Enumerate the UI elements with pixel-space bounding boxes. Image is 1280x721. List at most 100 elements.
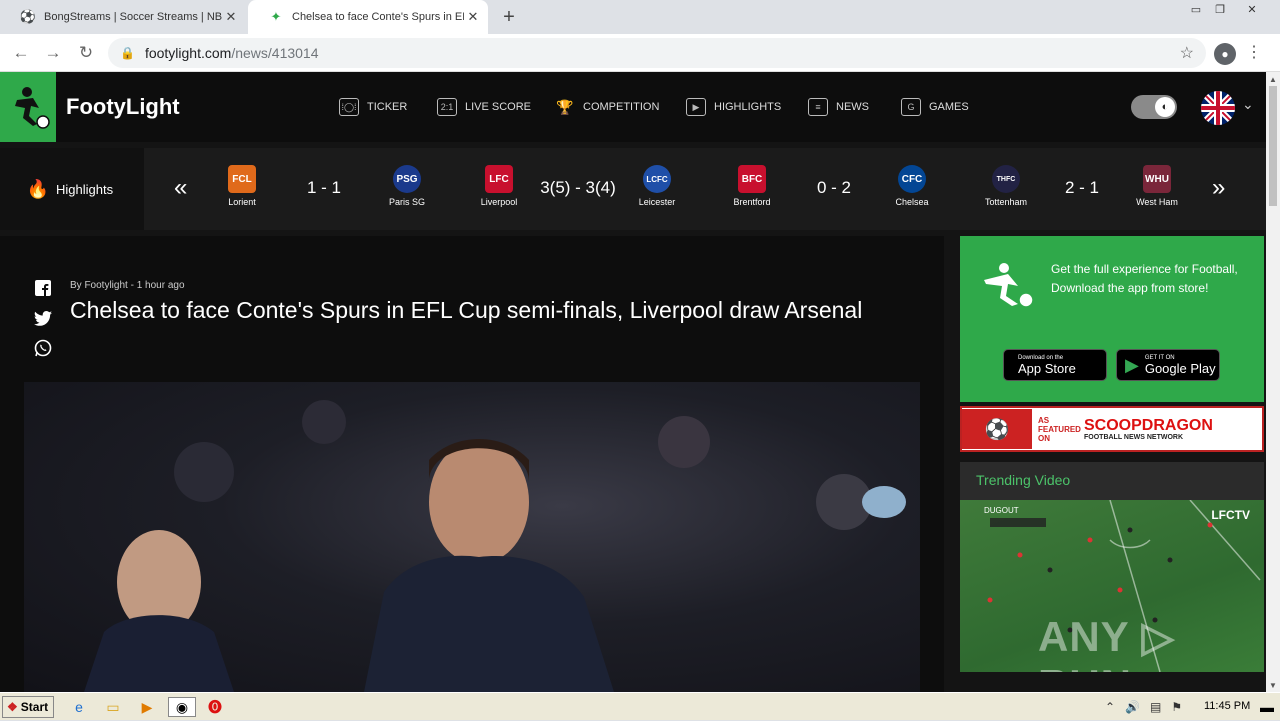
tab-title: Chelsea to face Conte's Spurs in EFL (292, 11, 464, 23)
nav-label: COMPETITION (583, 101, 660, 113)
chrome-icon[interactable]: ◉ (168, 697, 196, 717)
nav-news[interactable]: ≡ NEWS (808, 96, 869, 118)
google-play-button[interactable]: ▶ GET IT ON Google Play (1116, 349, 1220, 381)
nav-ticker[interactable]: ⁞◯⁞ TICKER (339, 96, 407, 118)
banner-name: SCOOPDRAGON (1084, 416, 1213, 434)
next-arrow-icon[interactable]: » (1212, 174, 1225, 202)
video-channel: DUGOUT (984, 506, 1019, 515)
team-away[interactable]: LCFC Leicester (627, 165, 687, 207)
team-crest-icon: LCFC (643, 165, 671, 193)
page-scrollbar[interactable]: ▲ ▼ (1266, 72, 1280, 692)
moon-icon: ◐ (1155, 97, 1175, 117)
website: FootyLight ⁞◯⁞ TICKER 2:1 LIVE SCORE 🏆 C… (0, 72, 1266, 692)
close-icon[interactable]: ✕ (222, 8, 240, 26)
network-icon[interactable]: ▤ (1150, 700, 1161, 714)
trending-video-panel: Trending Video DUGOUT LFCTV ANY ▷ RUN (960, 462, 1264, 672)
whatsapp-icon[interactable] (33, 338, 53, 358)
prev-arrow-icon[interactable]: « (174, 174, 187, 202)
nav-highlights[interactable]: ▶ HIGHLIGHTS (686, 96, 781, 118)
match-score[interactable]: 1 - 1 (279, 178, 369, 198)
flag-icon[interactable]: ⚑ (1171, 700, 1182, 714)
team-home[interactable]: FCL Lorient (212, 165, 272, 207)
site-header: FootyLight ⁞◯⁞ TICKER 2:1 LIVE SCORE 🏆 C… (0, 72, 1266, 142)
tab-title: BongStreams | Soccer Streams | NBA (44, 11, 222, 23)
twitter-icon[interactable] (33, 308, 53, 328)
video-watermark: ANY ▷ RUN (1038, 613, 1175, 672)
nav-live-score[interactable]: 2:1 LIVE SCORE (437, 96, 531, 118)
tab-footylight[interactable]: ✦ Chelsea to face Conte's Spurs in EFL ✕ (248, 0, 488, 34)
banner-featured: AS FEATURED ON (1038, 415, 1081, 443)
tab-bongstreams[interactable]: ⚽ BongStreams | Soccer Streams | NBA ✕ (0, 0, 246, 34)
highlights-bar: 🔥 Highlights « FCL Lorient 1 - 1 PSG Par… (0, 148, 1266, 230)
team-away[interactable]: PSG Paris SG (377, 165, 437, 207)
media-player-icon[interactable]: ▶ (136, 697, 158, 717)
trending-title: Trending Video (976, 472, 1071, 488)
team-home[interactable]: LFC Liverpool (469, 165, 529, 207)
team-away[interactable]: WHU West Ham (1127, 165, 1187, 207)
tab-strip: ⚽ BongStreams | Soccer Streams | NBA ✕ ✦… (0, 0, 1280, 34)
trophy-icon: 🏆 (556, 98, 574, 115)
store-big-label: Google Play (1144, 360, 1216, 376)
dark-mode-toggle[interactable]: ◐ (1131, 95, 1177, 119)
scroll-thumb[interactable] (1269, 86, 1277, 206)
match-score[interactable]: 0 - 2 (789, 178, 879, 198)
back-icon[interactable]: ← (9, 41, 33, 65)
app-store-button[interactable]: Download on the App Store (1003, 349, 1107, 381)
logo[interactable] (0, 72, 56, 142)
team-home[interactable]: THFC Tottenham (976, 165, 1036, 207)
team-away[interactable]: CFC Chelsea (882, 165, 942, 207)
kebab-menu-icon[interactable]: ⋮ (1246, 42, 1262, 62)
security-alert-icon[interactable]: ⓿ (204, 697, 226, 717)
article-photo (24, 382, 920, 692)
ie-icon[interactable]: e (68, 697, 90, 717)
minimize-button[interactable]: ▭ (1184, 0, 1208, 18)
footylight-icon: ✦ (270, 9, 282, 24)
close-icon[interactable]: ✕ (464, 8, 482, 26)
brand-name[interactable]: FootyLight (66, 94, 180, 120)
player-kick-icon (15, 87, 50, 129)
new-tab-button[interactable]: + (498, 6, 520, 28)
start-button[interactable]: ❖ Start (2, 696, 54, 718)
browser-toolbar: ← → ↻ 🔒 footylight.com/news/413014 ☆ ● ⋮ (0, 34, 1280, 72)
scroll-down-icon[interactable]: ▼ (1266, 678, 1280, 692)
lock-icon[interactable]: 🔒 (120, 46, 135, 60)
start-label: Start (20, 700, 49, 714)
chevron-down-icon[interactable]: ⌄ (1242, 96, 1254, 113)
nav-label: TICKER (367, 101, 408, 113)
profile-icon[interactable]: ● (1214, 43, 1236, 65)
window-close-button[interactable]: ✕ (1240, 0, 1264, 18)
nav-competition[interactable]: 🏆 COMPETITION (555, 96, 659, 118)
restore-button[interactable]: ❐ (1208, 0, 1232, 18)
scoopdragon-banner[interactable]: ⚽ AS FEATURED ON SCOOPDRAGON FOOTBALL NE… (960, 406, 1264, 452)
uk-flag-icon[interactable] (1201, 91, 1235, 125)
volume-icon[interactable]: 🔊 (1125, 700, 1140, 714)
tray-expand-icon[interactable]: ⌃ (1105, 700, 1115, 714)
team-crest-icon: CFC (898, 165, 926, 193)
nav-label: HIGHLIGHTS (714, 101, 782, 113)
forward-icon[interactable]: → (41, 41, 65, 65)
team-crest-icon: BFC (738, 165, 766, 193)
play-store-icon: ▶ (1125, 354, 1139, 375)
facebook-icon[interactable] (33, 278, 53, 298)
team-crest-icon: LFC (485, 165, 513, 193)
team-name: Liverpool (480, 197, 518, 207)
nav-label: GAMES (929, 101, 969, 113)
match-score[interactable]: 3(5) - 3(4) (532, 178, 624, 198)
windows-logo-icon: ❖ (7, 700, 18, 714)
trending-video[interactable]: DUGOUT LFCTV ANY ▷ RUN (960, 500, 1264, 672)
scroll-up-icon[interactable]: ▲ (1266, 72, 1280, 86)
folder-icon[interactable]: ▭ (102, 697, 124, 717)
team-name: Chelsea (895, 197, 929, 207)
nav-label: NEWS (836, 101, 869, 113)
url-path: /news/413014 (231, 45, 319, 61)
team-home[interactable]: BFC Brentford (722, 165, 782, 207)
match-score[interactable]: 2 - 1 (1037, 178, 1127, 198)
reload-icon[interactable]: ↻ (74, 41, 98, 65)
address-bar[interactable]: 🔒 footylight.com/news/413014 ☆ (108, 38, 1206, 68)
nav-games[interactable]: G GAMES (901, 96, 969, 118)
video-brand: LFCTV (1211, 508, 1250, 522)
highlights-label[interactable]: 🔥 Highlights (0, 148, 144, 230)
team-name: Paris SG (388, 197, 425, 207)
show-desktop-icon[interactable]: ▬ (1256, 697, 1278, 717)
bookmark-star-icon[interactable]: ☆ (1180, 43, 1194, 63)
